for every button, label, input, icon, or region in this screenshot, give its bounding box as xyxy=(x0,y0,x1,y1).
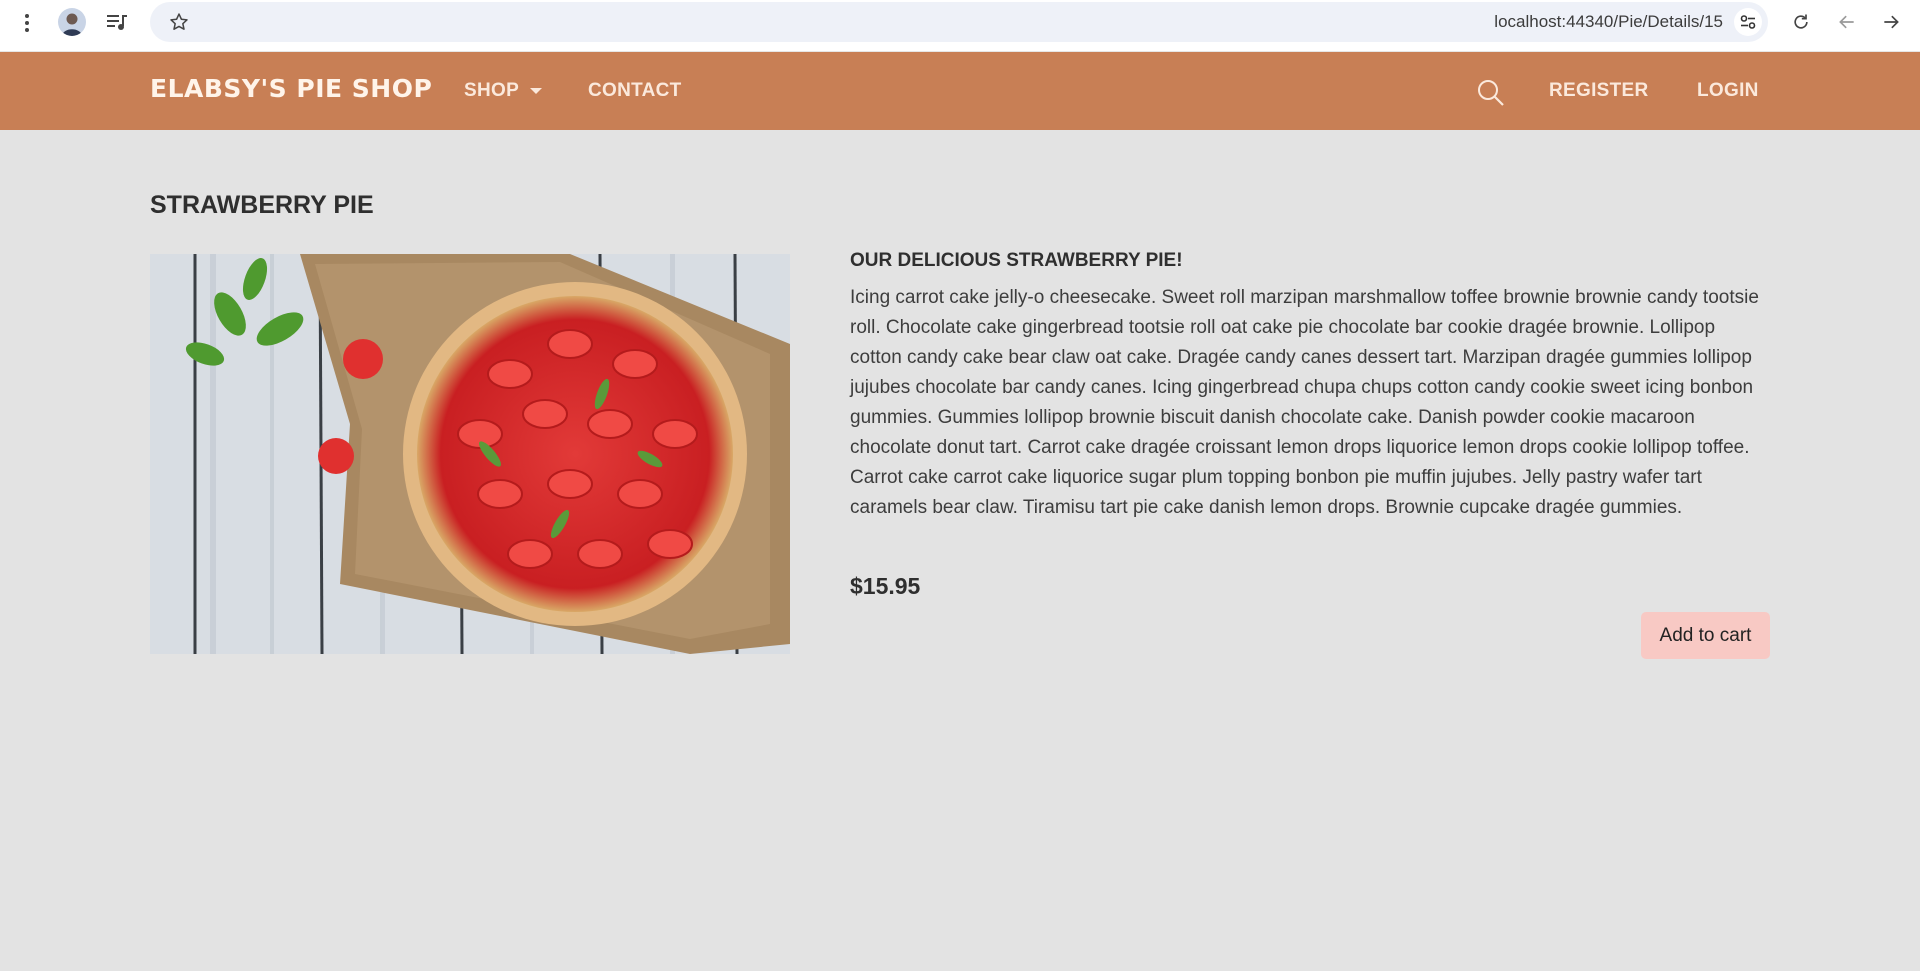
search-icon[interactable] xyxy=(1476,78,1506,108)
product-subtitle: OUR DELICIOUS STRAWBERRY PIE! xyxy=(850,250,1183,271)
product-price: $15.95 xyxy=(850,573,921,599)
caret-down-icon[interactable] xyxy=(530,88,542,94)
url-text[interactable]: localhost:44340/Pie/Details/15 xyxy=(1494,12,1723,32)
star-icon[interactable] xyxy=(166,9,192,35)
kebab-menu-icon[interactable] xyxy=(14,10,40,36)
nav-contact-link[interactable]: CONTACT xyxy=(588,80,682,102)
tune-icon[interactable] xyxy=(1734,8,1762,36)
site-navbar: ELABSY'S PIE SHOP SHOP CONTACT REGISTER … xyxy=(0,52,1920,130)
nav-shop-dropdown[interactable]: SHOP xyxy=(464,80,519,102)
reload-icon[interactable] xyxy=(1788,9,1814,35)
nav-login-link[interactable]: LOGIN xyxy=(1697,80,1759,102)
product-description: Icing carrot cake jelly-o cheesecake. Sw… xyxy=(850,287,1759,518)
strawberry-pie-photo xyxy=(150,254,790,654)
add-to-cart-button[interactable]: Add to cart xyxy=(1641,612,1770,659)
browser-toolbar: localhost:44340/Pie/Details/15 xyxy=(0,0,1920,52)
arrow-right-icon[interactable] xyxy=(1878,9,1904,35)
profile-avatar-icon[interactable] xyxy=(58,8,86,36)
product-title: STRAWBERRY PIE xyxy=(150,191,374,219)
media-controls-icon[interactable] xyxy=(104,9,130,35)
brand-logo[interactable]: ELABSY'S PIE SHOP xyxy=(150,74,432,103)
nav-register-link[interactable]: REGISTER xyxy=(1549,80,1649,102)
arrow-left-icon[interactable] xyxy=(1834,9,1860,35)
